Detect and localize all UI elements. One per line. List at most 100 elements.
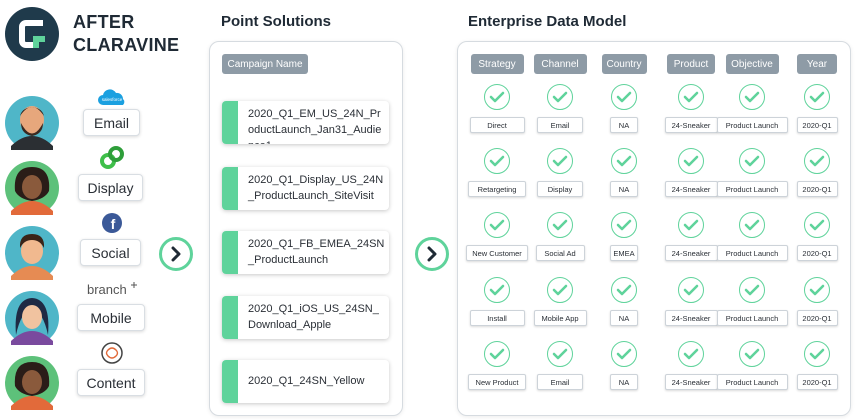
channel-label-mobile: Mobile bbox=[77, 304, 145, 331]
check-icon bbox=[611, 341, 637, 367]
person-avatar bbox=[5, 161, 59, 215]
chevron-right-icon bbox=[171, 246, 181, 262]
campaign-card: 2020_Q1_FB_EMEA_24SN_ProductLaunch bbox=[222, 231, 389, 274]
check-icon bbox=[678, 84, 704, 110]
check-icon bbox=[739, 84, 765, 110]
enterprise-data-model-panel bbox=[457, 41, 851, 416]
campaign-name-header: Campaign Name bbox=[222, 54, 308, 74]
value-chip-country: EMEA bbox=[610, 245, 638, 261]
salesforce-icon: salesforce bbox=[84, 87, 140, 109]
check-icon bbox=[678, 212, 704, 238]
campaign-card: 2020_Q1_24SN_Yellow bbox=[222, 360, 389, 403]
channel-label-social: Social bbox=[80, 239, 141, 266]
value-chip-product: 24-Sneaker bbox=[664, 374, 718, 390]
claravine-logo bbox=[5, 7, 59, 61]
channel-label-email: Email bbox=[83, 109, 140, 136]
check-icon bbox=[804, 84, 830, 110]
check-icon bbox=[804, 277, 830, 303]
value-chip-objective: Product Launch bbox=[716, 374, 788, 390]
check-icon bbox=[547, 277, 573, 303]
value-chip-objective: Product Launch bbox=[716, 181, 788, 197]
display-network-icon bbox=[84, 146, 140, 169]
branch-icon-text: branch bbox=[87, 282, 127, 297]
check-icon bbox=[484, 148, 510, 174]
value-chip-objective: Product Launch bbox=[716, 310, 788, 326]
check-icon bbox=[804, 148, 830, 174]
value-chip-product: 24-Sneaker bbox=[664, 310, 718, 326]
value-chip-channel: Social Ad bbox=[535, 245, 585, 261]
value-chip-year: 2020-Q1 bbox=[796, 374, 838, 390]
column-header-channel: Channel bbox=[533, 54, 587, 74]
campaign-card: 2020_Q1_iOS_US_24SN_Download_Apple bbox=[222, 296, 389, 339]
chevron-right-icon bbox=[427, 246, 437, 262]
value-chip-product: 24-Sneaker bbox=[664, 181, 718, 197]
channel-label-content: Content bbox=[77, 369, 145, 396]
check-icon bbox=[484, 212, 510, 238]
campaign-name: 2020_Q1_iOS_US_24SN_Download_Apple bbox=[248, 303, 379, 331]
brand-line-2: CLARAVINE bbox=[73, 35, 180, 55]
value-chip-strategy: New Product bbox=[468, 374, 526, 390]
check-icon bbox=[547, 84, 573, 110]
campaign-accent-bar bbox=[222, 360, 238, 403]
value-chip-strategy: Direct bbox=[469, 117, 525, 133]
check-icon bbox=[678, 148, 704, 174]
salesforce-icon-text: salesforce bbox=[102, 97, 123, 102]
value-chip-objective: Product Launch bbox=[716, 117, 788, 133]
check-icon bbox=[547, 212, 573, 238]
value-chip-product: 24-Sneaker bbox=[664, 245, 718, 261]
brand-line-1: AFTER bbox=[73, 12, 135, 32]
campaign-accent-bar bbox=[222, 101, 238, 144]
check-icon bbox=[611, 277, 637, 303]
value-chip-year: 2020-Q1 bbox=[796, 117, 838, 133]
check-icon bbox=[804, 341, 830, 367]
check-icon bbox=[611, 148, 637, 174]
column-header-country: Country bbox=[601, 54, 647, 74]
person-avatar bbox=[5, 356, 59, 410]
facebook-icon-text: f bbox=[111, 216, 116, 232]
column-header-objective: Objective bbox=[725, 54, 779, 74]
channel-row-content: Content bbox=[0, 342, 160, 420]
person-avatar bbox=[5, 96, 59, 150]
value-chip-objective: Product Launch bbox=[716, 245, 788, 261]
person-avatar bbox=[5, 291, 59, 345]
point-solutions-title: Point Solutions bbox=[221, 13, 331, 30]
check-icon bbox=[484, 84, 510, 110]
value-chip-strategy: Install bbox=[469, 310, 525, 326]
check-icon bbox=[484, 341, 510, 367]
column-header-product: Product bbox=[667, 54, 715, 74]
branch-icon: branch bbox=[84, 278, 140, 300]
check-icon bbox=[611, 84, 637, 110]
check-icon bbox=[678, 277, 704, 303]
value-chip-year: 2020-Q1 bbox=[796, 310, 838, 326]
value-chip-year: 2020-Q1 bbox=[796, 245, 838, 261]
campaign-name: 2020_Q1_FB_EMEA_24SN_ProductLaunch bbox=[248, 238, 385, 266]
channel-label-display: Display bbox=[78, 174, 143, 201]
value-chip-country: NA bbox=[610, 181, 638, 197]
value-chip-channel: Display bbox=[537, 181, 583, 197]
campaign-name: 2020_Q1_Display_US_24N_ProductLaunch_Sit… bbox=[248, 174, 384, 202]
enterprise-data-model-title: Enterprise Data Model bbox=[468, 13, 627, 30]
check-icon bbox=[547, 148, 573, 174]
next-arrow-button[interactable] bbox=[159, 237, 193, 271]
check-icon bbox=[678, 341, 704, 367]
campaign-name: 2020_Q1_24SN_Yellow bbox=[248, 375, 365, 387]
check-icon bbox=[739, 148, 765, 174]
content-platform-icon bbox=[84, 342, 140, 364]
value-chip-strategy: Retargeting bbox=[468, 181, 526, 197]
next-arrow-button[interactable] bbox=[415, 237, 449, 271]
check-icon bbox=[739, 341, 765, 367]
facebook-icon: f bbox=[84, 212, 140, 234]
value-chip-channel: Email bbox=[537, 374, 583, 390]
check-icon bbox=[739, 277, 765, 303]
campaign-accent-bar bbox=[222, 231, 238, 274]
campaign-card: 2020_Q1_EM_US_24N_ProductLaunch_Jan31_Au… bbox=[222, 101, 389, 144]
check-icon bbox=[611, 212, 637, 238]
value-chip-channel: Mobile App bbox=[533, 310, 587, 326]
brand-title: AFTER CLARAVINE bbox=[73, 11, 179, 57]
value-chip-country: NA bbox=[610, 374, 638, 390]
value-chip-country: NA bbox=[610, 117, 638, 133]
check-icon bbox=[739, 212, 765, 238]
campaign-accent-bar bbox=[222, 296, 238, 339]
check-icon bbox=[484, 277, 510, 303]
value-chip-product: 24-Sneaker bbox=[664, 117, 718, 133]
